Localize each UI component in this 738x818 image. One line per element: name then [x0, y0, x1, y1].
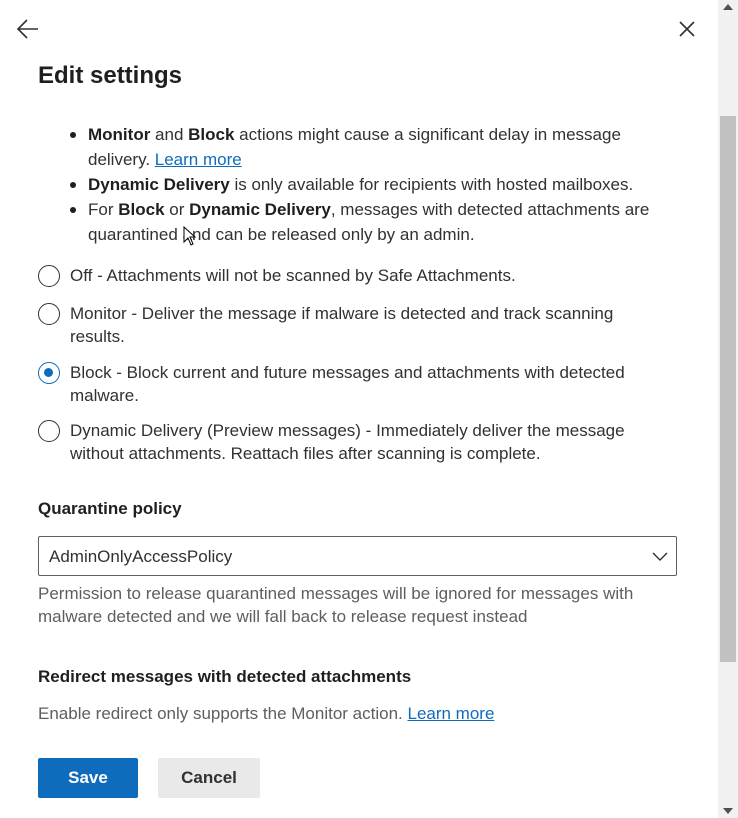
- quarantine-help-text: Permission to release quarantined messag…: [38, 584, 634, 626]
- page-title: Edit settings: [38, 62, 183, 89]
- note-bold: Block: [188, 125, 235, 144]
- learn-more-link[interactable]: Learn more: [155, 150, 242, 169]
- radio-selected-dot: [44, 368, 53, 377]
- quarantine-policy-dropdown[interactable]: AdminOnlyAccessPolicy: [38, 536, 677, 576]
- note-bold: Monitor: [88, 125, 151, 144]
- note-text: and: [150, 125, 189, 144]
- scroll-up-arrow-icon[interactable]: [723, 4, 733, 10]
- vertical-scrollbar[interactable]: [718, 0, 738, 818]
- radio-label: Monitor - Deliver the message if malware…: [70, 304, 614, 346]
- arrow-left-icon: [16, 19, 38, 39]
- radio-label: Block - Block current and future message…: [70, 363, 625, 405]
- close-button[interactable]: [677, 19, 697, 39]
- note-bold: Block: [118, 200, 165, 219]
- radio-button-monitor[interactable]: [38, 303, 60, 325]
- edit-settings-panel: Edit settings Monitor and Block actions …: [0, 0, 718, 818]
- learn-more-link[interactable]: Learn more: [407, 704, 494, 723]
- radio-button-off[interactable]: [38, 265, 60, 287]
- dropdown-value: AdminOnlyAccessPolicy: [49, 547, 233, 566]
- note-bold: Dynamic Delivery: [189, 200, 331, 219]
- save-button[interactable]: Save: [38, 758, 138, 798]
- note-text: is only available for recipients with ho…: [229, 175, 634, 194]
- list-item: Monitor and Block actions might cause a …: [68, 122, 668, 172]
- radio-label: Off - Attachments will not be scanned by…: [70, 266, 516, 285]
- scroll-down-arrow-icon[interactable]: [723, 808, 733, 814]
- radio-label: Dynamic Delivery (Preview messages) - Im…: [70, 421, 625, 463]
- redirect-text: Enable redirect only supports the Monito…: [38, 704, 408, 723]
- note-text: or: [164, 200, 190, 219]
- note-bold: Dynamic Delivery: [88, 175, 230, 194]
- quarantine-policy-label: Quarantine policy: [38, 499, 182, 518]
- radio-button-dynamic-delivery[interactable]: [38, 420, 60, 442]
- note-text: For: [88, 200, 119, 219]
- notes-list: Monitor and Block actions might cause a …: [68, 122, 668, 247]
- mouse-cursor-icon: [183, 226, 197, 246]
- radio-button-block[interactable]: [38, 362, 60, 384]
- list-item: Dynamic Delivery is only available for r…: [68, 172, 668, 197]
- close-icon: [679, 21, 695, 37]
- redirect-heading: Redirect messages with detected attachme…: [38, 667, 412, 686]
- scrollbar-thumb[interactable]: [720, 116, 736, 662]
- cancel-button[interactable]: Cancel: [158, 758, 260, 798]
- chevron-down-icon: [652, 552, 668, 561]
- back-button[interactable]: [16, 18, 40, 40]
- list-item: For Block or Dynamic Delivery, messages …: [68, 197, 668, 247]
- redirect-info: Enable redirect only supports the Monito…: [38, 704, 494, 724]
